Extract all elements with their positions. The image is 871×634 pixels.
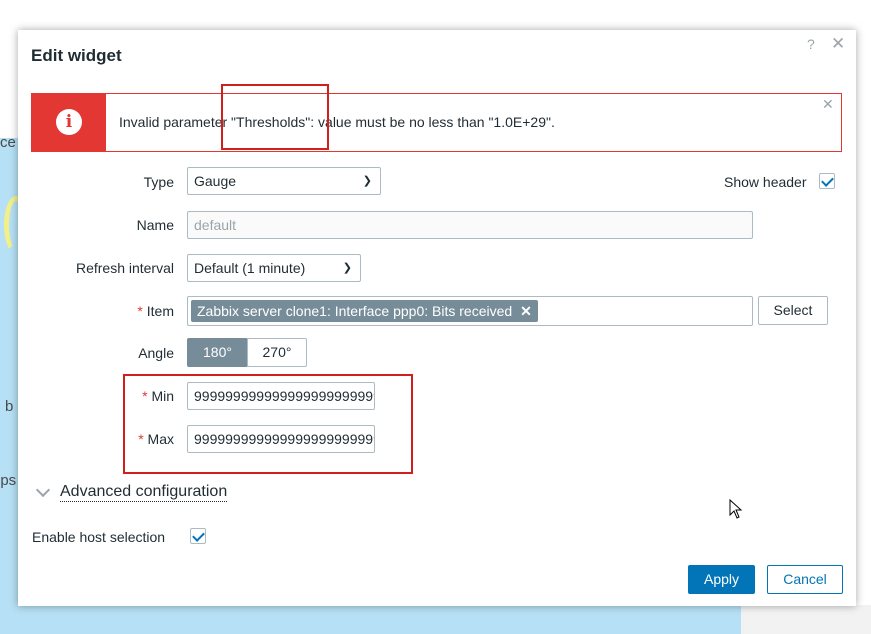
angle-270-button[interactable]: 270°	[247, 338, 307, 367]
show-header-label: Show header	[724, 174, 807, 190]
show-header-checkbox[interactable]	[819, 173, 835, 189]
close-icon[interactable]: ✕	[831, 35, 845, 52]
dialog-title: Edit widget	[31, 46, 122, 65]
enable-host-selection-checkbox[interactable]	[190, 528, 206, 544]
enable-host-selection-label: Enable host selection	[32, 529, 166, 545]
item-label-text: Item	[146, 303, 174, 319]
chevron-down-icon: ❯	[342, 262, 352, 274]
cancel-button[interactable]: Cancel	[767, 565, 843, 594]
select-button[interactable]: Select	[758, 296, 828, 325]
type-select-value: Gauge	[194, 173, 237, 189]
background-text: ce	[0, 134, 16, 151]
edit-widget-dialog: Edit widget ? ✕ i Invalid parameter "Thr…	[18, 30, 856, 606]
highlight-annotation	[221, 84, 329, 150]
error-text: Invalid parameter "Thresholds": value mu…	[119, 114, 555, 130]
angle-label: Angle	[138, 345, 174, 361]
mouse-cursor-icon	[729, 499, 743, 519]
item-chip: Zabbix server clone1: Interface ppp0: Bi…	[191, 300, 538, 322]
refresh-interval-value: Default (1 minute)	[194, 260, 306, 276]
name-label: Name	[136, 217, 174, 233]
item-label: * Item	[34, 303, 174, 319]
remove-icon[interactable]: ✕	[520, 303, 532, 319]
background-text: ops	[0, 472, 17, 489]
refresh-interval-label: Refresh interval	[75, 260, 174, 276]
type-select[interactable]: Gauge ❯	[187, 167, 381, 195]
advanced-configuration-toggle[interactable]: Advanced configuration	[60, 483, 228, 502]
type-label: Type	[143, 174, 174, 190]
name-input[interactable]: default	[187, 211, 753, 239]
help-icon[interactable]: ?	[807, 36, 815, 52]
item-chip-text: Zabbix server clone1: Interface ppp0: Bi…	[197, 303, 513, 319]
highlight-annotation	[123, 374, 413, 474]
close-icon[interactable]: ✕	[822, 96, 834, 113]
info-icon: i	[56, 109, 82, 135]
background-text: b	[5, 398, 14, 415]
apply-button[interactable]: Apply	[688, 565, 755, 594]
background-panel	[741, 605, 871, 634]
refresh-interval-select[interactable]: Default (1 minute) ❯	[187, 254, 361, 282]
item-multiselect[interactable]: Zabbix server clone1: Interface ppp0: Bi…	[187, 296, 753, 326]
angle-180-button[interactable]: 180°	[187, 338, 248, 367]
error-message-box: i Invalid parameter "Thresholds": value …	[31, 93, 842, 152]
chevron-down-icon[interactable]	[35, 482, 51, 498]
required-marker: *	[137, 303, 143, 319]
error-side-bar: i	[32, 94, 106, 151]
chevron-down-icon: ❯	[362, 175, 372, 187]
